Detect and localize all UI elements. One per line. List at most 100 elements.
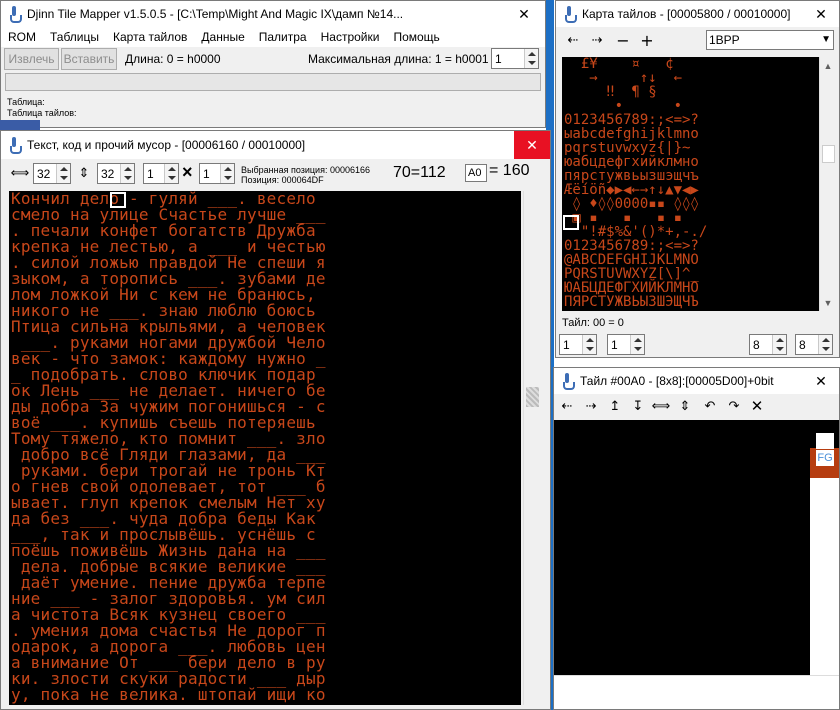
tile-table-label: Таблица тайлов: — [7, 108, 77, 118]
minus-icon[interactable]: − — [612, 29, 634, 51]
tile-row: £¥ ¤ ¢ — [564, 57, 691, 72]
main-titlebar[interactable]: Djinn Tile Mapper v1.5.0.5 - [C:\Temp\Mi… — [1, 1, 545, 27]
tile-row: • • — [564, 98, 691, 114]
menu-palette[interactable]: Палитра — [252, 30, 314, 44]
extract-button[interactable]: Извлечь — [4, 48, 59, 70]
menu-rom[interactable]: ROM — [1, 30, 43, 44]
length-text: Длина: 0 = h0000 — [125, 52, 221, 66]
text-titlebar[interactable]: Текст, код и прочий мусор - [00006160 / … — [1, 131, 550, 159]
tile-window: Тайл #00A0 - [8x8]:[00005D00]+0bit ✕ ⇠ ⇢… — [553, 367, 840, 710]
tilemap-stepper-1-value: 1 — [563, 337, 570, 352]
menu-tilemap[interactable]: Карта тайлов — [106, 30, 194, 44]
main-close-icon[interactable]: ✕ — [503, 1, 545, 27]
flip-vertical-icon[interactable]: ⇕ — [674, 395, 696, 417]
tilemap-stepper-4[interactable]: 8 — [795, 334, 833, 355]
height-stepper[interactable]: 32 — [97, 163, 135, 184]
stepper-arrows-icon[interactable] — [220, 164, 234, 183]
width-stepper[interactable]: 32 — [33, 163, 71, 184]
stepper-arrows-icon[interactable] — [630, 335, 644, 354]
table-label: Таблица: — [7, 97, 45, 107]
shift-down-icon[interactable]: ↧ — [627, 395, 649, 417]
clear-icon[interactable]: ✕ — [746, 395, 768, 417]
main-toolbar: Извлечь Вставить Длина: 0 = h0000 Максим… — [1, 47, 545, 71]
mode-select[interactable]: 1BPP ▼ — [706, 30, 834, 50]
tile-canvas[interactable] — [554, 420, 810, 675]
zoom-x-stepper[interactable]: 1 — [143, 163, 179, 184]
hex-input[interactable]: A0 — [465, 164, 487, 182]
tilemap-scrollbar[interactable]: ▲ ▼ — [819, 57, 836, 311]
tilemap-scroll-thumb[interactable] — [822, 145, 835, 163]
text-scroll-thumb[interactable] — [526, 387, 539, 407]
menu-tables[interactable]: Таблицы — [43, 30, 106, 44]
scroll-down-icon[interactable]: ▼ — [820, 294, 836, 311]
stepper-arrows-icon[interactable] — [818, 335, 832, 354]
fg-label: FG — [816, 450, 834, 466]
tilemap-stepper-2[interactable]: 1 — [607, 334, 645, 355]
stepper-arrows-icon[interactable] — [120, 164, 134, 183]
text-title: Текст, код и прочий мусор - [00006160 / … — [27, 138, 306, 152]
menu-settings[interactable]: Настройки — [314, 30, 387, 44]
stepper-arrows-icon[interactable] — [524, 49, 538, 68]
tile-row: ПЯРСТУЖВЬЫЗШЭЩЧЪ — [564, 294, 699, 310]
text-close-icon[interactable]: ✕ — [514, 131, 550, 159]
chevron-down-icon[interactable]: ▼ — [821, 31, 831, 49]
menu-help[interactable]: Помощь — [386, 30, 446, 44]
tile-close-icon[interactable]: ✕ — [803, 368, 839, 394]
tile-titlebar[interactable]: Тайл #00A0 - [8x8]:[00005D00]+0bit ✕ — [554, 368, 839, 394]
height-arrows-icon: ⇕ — [78, 165, 90, 181]
main-title: Djinn Tile Mapper v1.5.0.5 - [C:\Temp\Mi… — [27, 7, 404, 21]
app-icon — [7, 6, 22, 23]
char-code: 70=112 — [393, 164, 446, 181]
tile-app-icon — [560, 373, 575, 390]
stepper-arrows-icon[interactable] — [772, 335, 786, 354]
tile-toolbar: ⇠ ⇢ ↥ ↧ ⟺ ⇕ ↶ ↷ ✕ — [554, 394, 839, 418]
text-line: у, пока не велика. штопай ищи ко — [11, 685, 326, 704]
text-window: Текст, код и прочий мусор - [00006160 / … — [0, 130, 551, 710]
tile-status-bar — [554, 675, 839, 709]
tilemap-stepper-3[interactable]: 8 — [749, 334, 787, 355]
flip-horizontal-icon[interactable]: ⟺ — [650, 395, 672, 417]
menu-data[interactable]: Данные — [194, 30, 251, 44]
zoom-x-value: 1 — [147, 166, 154, 181]
shift-right-icon[interactable]: ⇢ — [586, 29, 608, 51]
tile-title: Тайл #00A0 - [8x8]:[00005D00]+0bit — [580, 374, 774, 388]
tilemap-window: Карта тайлов - [00005800 / 00010000] ✕ ⇠… — [555, 0, 840, 358]
shift-left-icon[interactable]: ⇠ — [556, 395, 578, 417]
tile-row: юабцдефгхийклмно — [564, 154, 699, 170]
plus-icon[interactable]: + — [636, 29, 658, 51]
rotate-right-icon[interactable]: ↷ — [723, 395, 745, 417]
width-arrows-icon: ⟺ — [10, 165, 30, 181]
tilemap-toolbar: ⇠ ⇢ − + 1BPP ▼ — [556, 27, 839, 53]
tile-row: @ABCDEFGHIJKLMNO — [564, 252, 699, 268]
stepper-arrows-icon[interactable] — [56, 164, 70, 183]
shift-right-icon[interactable]: ⇢ — [580, 395, 602, 417]
hex-result: = 160 — [489, 162, 530, 179]
text-toolbar: ⟺ 32 ⇕ 32 1 × 1 Выбранная позиция: 00006… — [1, 159, 550, 187]
tile-row: ‼ ¶ § — [564, 84, 691, 100]
shift-up-icon[interactable]: ↥ — [604, 395, 626, 417]
tilemap-cursor — [563, 215, 579, 230]
scroll-up-icon[interactable]: ▲ — [820, 57, 836, 74]
main-input-bar[interactable] — [5, 73, 541, 91]
tilemap-titlebar[interactable]: Карта тайлов - [00005800 / 00010000] ✕ — [556, 1, 839, 27]
text-scrollbar[interactable] — [523, 191, 540, 705]
tilemap-app-icon — [562, 6, 577, 23]
insert-button[interactable]: Вставить — [61, 48, 117, 70]
tilemap-stepper-1[interactable]: 1 — [559, 334, 597, 355]
tile-row: 0123456789:;<=>? — [564, 112, 699, 128]
height-value: 32 — [101, 166, 115, 181]
length-stepper-value: 1 — [495, 51, 502, 66]
white-swatch[interactable] — [816, 433, 834, 449]
stepper-arrows-icon[interactable] — [582, 335, 596, 354]
rotate-left-icon[interactable]: ↶ — [699, 395, 721, 417]
text-grid[interactable]: Кончил дело - гуляй ___. весело смело на … — [9, 191, 521, 705]
tile-row: Æëíöñ◆▶◀←→↑↓▲▼◀▶ — [564, 182, 699, 198]
zoom-y-stepper[interactable]: 1 — [199, 163, 235, 184]
shift-left-icon[interactable]: ⇠ — [562, 29, 584, 51]
length-stepper[interactable]: 1 — [491, 48, 539, 69]
main-menubar: ROM Таблицы Карта тайлов Данные Палитра … — [1, 27, 545, 47]
main-window: Djinn Tile Mapper v1.5.0.5 - [C:\Temp\Mi… — [0, 0, 546, 128]
tilemap-close-icon[interactable]: ✕ — [803, 1, 839, 27]
tilemap-grid[interactable]: £¥ ¤ ¢ → ↑↓ ← ‼ ¶ § • • 0123456789:;<=>?… — [562, 57, 819, 311]
stepper-arrows-icon[interactable] — [164, 164, 178, 183]
